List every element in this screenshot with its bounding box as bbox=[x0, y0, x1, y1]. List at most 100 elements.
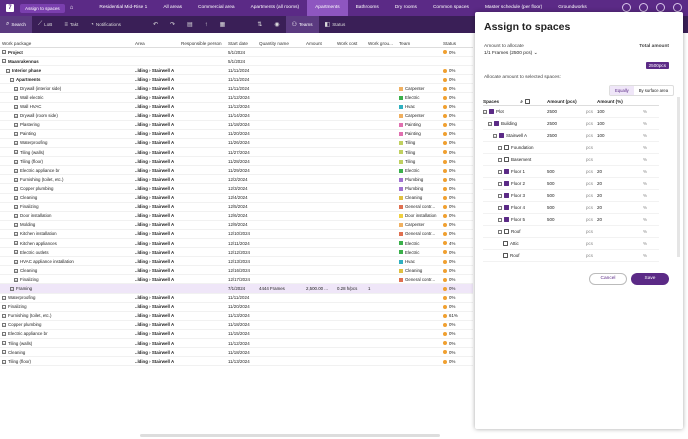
space-row[interactable]: Basement pcs% bbox=[483, 154, 659, 166]
status-cell[interactable]: 0% bbox=[441, 250, 465, 255]
expand-toggle-icon[interactable]: + bbox=[14, 259, 18, 264]
grid-cell[interactable]: ..lding › Stairwell A bbox=[133, 177, 179, 182]
nav-tab[interactable]: Dry rooms bbox=[387, 0, 425, 16]
expand-toggle-icon[interactable]: + bbox=[14, 114, 18, 119]
expand-toggle-icon[interactable]: + bbox=[14, 177, 18, 182]
team-cell[interactable]: General contr... bbox=[397, 231, 441, 236]
column-header[interactable]: Quantity name bbox=[257, 41, 304, 46]
work-package-cell[interactable]: + Kitchen installation bbox=[0, 231, 133, 236]
team-cell[interactable]: Carpenter bbox=[397, 222, 441, 227]
status-cell[interactable]: 0% bbox=[441, 350, 465, 355]
table-row[interactable]: − Project 5/1/2024 0% bbox=[0, 48, 473, 58]
table-row[interactable]: + Drywall (room side) ..lding › Stairwell … bbox=[0, 112, 473, 121]
table-row[interactable]: + Tiling (walls) ..lding › Stairwell A 11/2… bbox=[0, 148, 473, 158]
space-checkbox[interactable] bbox=[499, 133, 504, 139]
table-row[interactable]: + Electric outlets ..lding › Stairwell A 12… bbox=[0, 248, 473, 258]
table-row[interactable]: + Copper plumbing ..lding › Stairwell A 12/… bbox=[0, 184, 473, 194]
grid-cell[interactable]: ..lding › Stairwell A bbox=[133, 95, 179, 100]
space-name-cell[interactable]: Floor 1 bbox=[483, 169, 547, 175]
grid-cell[interactable]: 12/13/2024 bbox=[226, 259, 257, 264]
work-package-cell[interactable]: + Plastering bbox=[0, 122, 133, 127]
space-row[interactable]: Roof pcs% bbox=[483, 250, 659, 262]
table-row[interactable]: + Door installation ..lding › Stairwell A1… bbox=[0, 212, 473, 221]
expand-toggle-icon[interactable]: − bbox=[6, 68, 10, 73]
expand-toggle-icon[interactable]: − bbox=[488, 121, 492, 126]
space-checkbox[interactable] bbox=[504, 217, 509, 223]
grid-cell[interactable]: 11/20/2024 bbox=[226, 131, 257, 136]
grid-cell[interactable]: ..lding › Stairwell A bbox=[133, 195, 179, 200]
grid-cell[interactable]: ..lding › Stairwell A bbox=[133, 122, 179, 127]
space-checkbox[interactable] bbox=[504, 145, 509, 151]
work-package-cell[interactable]: + Wall electric bbox=[0, 95, 133, 100]
amount-percent-field[interactable]: % bbox=[597, 145, 647, 150]
status-cell[interactable]: 0% bbox=[441, 231, 465, 236]
table-row[interactable]: + Cleaning ..lding › Stairwell A 12/4/2024 C… bbox=[0, 194, 473, 203]
column-header[interactable]: Status bbox=[441, 41, 465, 46]
grid-cell[interactable]: ..lding › Stairwell A bbox=[133, 331, 179, 336]
team-cell[interactable]: Cleaning bbox=[397, 268, 441, 273]
nav-tab[interactable]: Common spaces bbox=[425, 0, 477, 16]
expand-toggle-icon[interactable]: + bbox=[14, 223, 18, 228]
grid-cell[interactable]: ..lding › Stairwell A bbox=[133, 231, 179, 236]
work-package-cell[interactable]: + Molding bbox=[0, 222, 133, 227]
space-checkbox[interactable] bbox=[489, 109, 494, 115]
expand-toggle-icon[interactable] bbox=[498, 229, 502, 234]
status-cell[interactable]: 0% bbox=[441, 195, 465, 200]
grid-cell[interactable]: 12/3/2024 bbox=[226, 186, 257, 191]
grid-cell[interactable]: ..lding › Stairwell A bbox=[133, 259, 179, 264]
team-cell[interactable]: Plumbing bbox=[397, 177, 441, 182]
table-row[interactable]: + Painting ..lding › Stairwell A 11/20/2024… bbox=[0, 130, 473, 139]
grid-cell[interactable]: ..lding › Stairwell A bbox=[133, 168, 179, 173]
status-cell[interactable]: 0% bbox=[441, 113, 465, 118]
view-button[interactable]: ◉ bbox=[268, 16, 285, 33]
status-cell[interactable]: 0% bbox=[441, 159, 465, 164]
search-button[interactable]: ⌕ Search bbox=[0, 16, 32, 33]
work-package-cell[interactable]: + Kitchen appliances bbox=[0, 241, 133, 246]
work-package-cell[interactable]: − Electric appliance br bbox=[0, 331, 133, 336]
table-row[interactable]: − Maanrakennus 5/1/2024 bbox=[0, 57, 473, 67]
team-cell[interactable]: Electric bbox=[397, 168, 441, 173]
lob-button[interactable]: ⟋ LoB bbox=[32, 16, 58, 33]
grid-cell[interactable]: 11/12/2024 bbox=[226, 341, 257, 346]
amount-percent-field[interactable]: 20% bbox=[597, 181, 647, 186]
team-cell[interactable]: Electric bbox=[397, 95, 441, 100]
space-name-cell[interactable]: Floor 5 bbox=[483, 217, 547, 223]
work-package-cell[interactable]: + Electric outlets bbox=[0, 250, 133, 255]
table-row[interactable]: + Drywall (interior side) ..lding › Stairw… bbox=[0, 84, 473, 94]
space-row[interactable]: Roof pcs% bbox=[483, 226, 659, 238]
status-cell[interactable]: 0% bbox=[441, 95, 465, 100]
space-name-cell[interactable]: Attic bbox=[483, 241, 547, 247]
grid-cell[interactable]: 11/14/2024 bbox=[226, 113, 257, 118]
space-name-cell[interactable]: Foundation bbox=[483, 145, 547, 151]
notifications-button[interactable]: ◔ Notifications bbox=[84, 16, 127, 33]
amount-pcs-field[interactable]: 2500 pcs bbox=[547, 121, 597, 126]
amount-percent-field[interactable]: 100% bbox=[597, 121, 647, 126]
grid-cell[interactable]: 11/12/2024 bbox=[226, 104, 257, 109]
status-cell[interactable]: 0% bbox=[441, 68, 465, 73]
table-row[interactable]: + Wall HVAC ..lding › Stairwell A 11/12/202… bbox=[0, 103, 473, 112]
status-cell[interactable]: 0% bbox=[441, 150, 465, 155]
table-row[interactable]: + Electric appliance br ..lding › Stairwel… bbox=[0, 166, 473, 176]
expand-toggle-icon[interactable]: − bbox=[2, 305, 6, 310]
grid-cell[interactable]: ..lding › Stairwell A bbox=[133, 241, 179, 246]
expand-toggle-icon[interactable]: − bbox=[483, 109, 487, 114]
amount-pcs-field[interactable]: 2500 pcs bbox=[547, 133, 597, 138]
grid-cell[interactable]: 12/4/2024 bbox=[226, 195, 257, 200]
grid-cell[interactable]: 12/16/2024 bbox=[226, 268, 257, 273]
space-name-cell[interactable]: Basement bbox=[483, 157, 547, 163]
grid-cell[interactable]: 11/11/2024 bbox=[226, 77, 257, 82]
status-cell[interactable]: 0% bbox=[441, 341, 465, 346]
grid-cell[interactable]: 11/13/2024 bbox=[226, 359, 257, 364]
grid-cell[interactable]: 1 bbox=[366, 286, 397, 291]
space-name-cell[interactable]: Floor 4 bbox=[483, 205, 547, 211]
amount-percent-field[interactable]: 20% bbox=[597, 169, 647, 174]
expand-toggle-icon[interactable]: + bbox=[14, 141, 18, 146]
grid-cell[interactable]: 12/17/2024 bbox=[226, 277, 257, 282]
status-cell[interactable]: 0% bbox=[441, 213, 465, 218]
space-row[interactable]: Floor 1 500 pcs 20% bbox=[483, 166, 659, 178]
table-row[interactable]: + Molding ..lding › Stairwell A 12/9/2024 Ca… bbox=[0, 221, 473, 230]
team-cell[interactable]: Hvac bbox=[397, 259, 441, 264]
space-row[interactable]: Floor 3 500 pcs 20% bbox=[483, 190, 659, 202]
expand-toggle-icon[interactable]: + bbox=[14, 277, 18, 282]
expand-toggle-icon[interactable]: + bbox=[14, 186, 18, 191]
